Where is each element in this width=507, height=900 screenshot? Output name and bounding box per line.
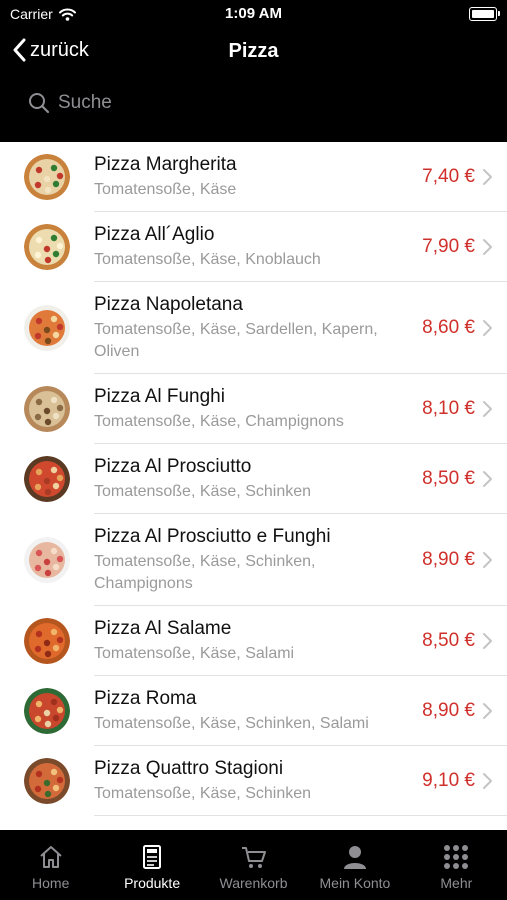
- item-price: 8,90 €: [422, 548, 475, 570]
- item-text: Pizza Napoletana Tomatensoße, Käse, Sard…: [94, 292, 422, 363]
- item-description: Tomatensoße, Käse, Champignons: [94, 413, 344, 430]
- list-item[interactable]: Pizza Roma Tomatensoße, Käse, Schinken, …: [24, 676, 507, 746]
- pizza-thumbnail: [24, 617, 70, 664]
- tab-label: Mein Konto: [319, 875, 391, 891]
- item-description: Tomatensoße, Käse, Schinken: [94, 483, 312, 500]
- product-list: Pizza Margherita Tomatensoße, Käse 7,40 …: [0, 142, 507, 830]
- item-description: Tomatensoße, Käse: [94, 181, 237, 198]
- chevron-right-icon: [483, 470, 492, 487]
- item-name: Pizza All´Aglio: [94, 224, 215, 245]
- pizza-thumbnail: [24, 536, 70, 583]
- search-icon: [29, 93, 50, 114]
- item-text: Pizza Quattro Stagioni Tomatensoße, Käse…: [94, 756, 422, 805]
- item-name: Pizza Margherita: [94, 154, 237, 175]
- cart-icon: [241, 847, 266, 868]
- pizza-thumbnail: [24, 385, 70, 432]
- pizza-thumbnail: [24, 223, 70, 270]
- search-field[interactable]: Suche: [28, 88, 328, 118]
- status-bar: Carrier 1:09 AM: [0, 0, 507, 28]
- home-icon: [40, 846, 62, 868]
- tab-mein-konto[interactable]: Mein Konto: [304, 830, 405, 900]
- item-price: 8,50 €: [422, 629, 475, 651]
- item-description: Tomatensoße, Käse, Schinken, Salami: [94, 715, 369, 732]
- tab-label: Mehr: [440, 875, 473, 891]
- tab-home[interactable]: Home: [0, 830, 101, 900]
- item-description: Tomatensoße, Käse, Schinken: [94, 785, 312, 802]
- chevron-right-icon: [483, 632, 492, 649]
- chevron-right-icon: [483, 551, 492, 568]
- item-name: Pizza Roma: [94, 688, 197, 709]
- list-item[interactable]: Pizza Al Prosciutto Tomatensoße, Käse, S…: [24, 444, 507, 514]
- item-name: Pizza Al Prosciutto e Funghi: [94, 526, 331, 547]
- item-description: Tomatensoße, Käse, Knoblauch: [94, 251, 321, 268]
- chevron-right-icon: [483, 702, 492, 719]
- item-text: Pizza Al Salame Tomatensoße, Käse, Salam…: [94, 616, 422, 665]
- item-price: 7,90 €: [422, 235, 475, 257]
- item-name: Pizza Al Salame: [94, 618, 232, 639]
- list-item[interactable]: Pizza Napoletana Tomatensoße, Käse, Sard…: [24, 282, 507, 374]
- list-item[interactable]: Pizza Al Funghi Tomatensoße, Käse, Champ…: [24, 374, 507, 444]
- navigation-bar: zurück Pizza: [0, 34, 507, 70]
- item-description: Tomatensoße, Käse, Schinken, Champignons: [94, 553, 316, 592]
- item-text: Pizza Margherita Tomatensoße, Käse: [94, 152, 422, 201]
- item-price: 8,50 €: [422, 467, 475, 489]
- search-placeholder: Suche: [58, 92, 112, 113]
- pizza-thumbnail: [24, 757, 70, 804]
- item-name: Pizza Al Funghi: [94, 386, 225, 407]
- item-price: 8,10 €: [422, 397, 475, 419]
- item-text: Pizza All´Aglio Tomatensoße, Käse, Knobl…: [94, 222, 422, 271]
- person-icon: [343, 846, 366, 869]
- chevron-right-icon: [483, 319, 492, 336]
- list-item[interactable]: Pizza Al Salame Tomatensoße, Käse, Salam…: [24, 606, 507, 676]
- item-price: 7,40 €: [422, 165, 475, 187]
- item-description: Tomatensoße, Käse, Sardellen, Kapern, Ol…: [94, 321, 378, 360]
- list-item[interactable]: Pizza Margherita Tomatensoße, Käse 7,40 …: [24, 142, 507, 212]
- item-name: Pizza Al Prosciutto: [94, 456, 252, 477]
- item-text: Pizza Al Prosciutto Tomatensoße, Käse, S…: [94, 454, 422, 503]
- item-text: Pizza Al Funghi Tomatensoße, Käse, Champ…: [94, 384, 422, 433]
- item-price: 8,90 €: [422, 699, 475, 721]
- tab-warenkorb[interactable]: Warenkorb: [203, 830, 304, 900]
- chevron-right-icon: [483, 400, 492, 417]
- menu-card-icon: [143, 845, 162, 869]
- item-text: Pizza Roma Tomatensoße, Käse, Schinken, …: [94, 686, 422, 735]
- list-item[interactable]: Pizza All´Aglio Tomatensoße, Käse, Knobl…: [24, 212, 507, 282]
- chevron-left-icon: [13, 38, 26, 62]
- tab-mehr[interactable]: Mehr: [406, 830, 507, 900]
- pizza-thumbnail: [24, 455, 70, 502]
- tab-bar: Home Produkte Warenkorb Mein Konto Mehr: [0, 830, 507, 900]
- item-price: 8,60 €: [422, 316, 475, 338]
- status-time: 1:09 AM: [225, 5, 282, 22]
- tab-produkte[interactable]: Produkte: [101, 830, 202, 900]
- chevron-right-icon: [483, 238, 492, 255]
- back-button[interactable]: zurück: [12, 38, 89, 62]
- chevron-right-icon: [483, 772, 492, 789]
- pizza-thumbnail: [24, 153, 70, 200]
- top-bar: Carrier 1:09 AM zurück Pizza Suche: [0, 0, 507, 142]
- tab-label: Produkte: [124, 875, 181, 891]
- back-label: zurück: [30, 38, 89, 61]
- more-grid-icon: [444, 845, 469, 869]
- pizza-thumbnail: [24, 304, 70, 351]
- tab-label: Home: [32, 875, 70, 891]
- list-item[interactable]: Pizza Al Prosciutto e Funghi Tomatensoße…: [24, 514, 507, 606]
- list-item[interactable]: Pizza Quattro Stagioni Tomatensoße, Käse…: [24, 746, 507, 816]
- battery-icon: [469, 7, 500, 21]
- item-name: Pizza Napoletana: [94, 294, 243, 315]
- item-name: Pizza Quattro Stagioni: [94, 758, 284, 779]
- item-description: Tomatensoße, Käse, Salami: [94, 645, 295, 662]
- pizza-thumbnail: [24, 687, 70, 734]
- item-price: 9,10 €: [422, 769, 475, 791]
- tab-label: Warenkorb: [219, 875, 288, 891]
- chevron-right-icon: [483, 168, 492, 185]
- item-text: Pizza Al Prosciutto e Funghi Tomatensoße…: [94, 524, 422, 595]
